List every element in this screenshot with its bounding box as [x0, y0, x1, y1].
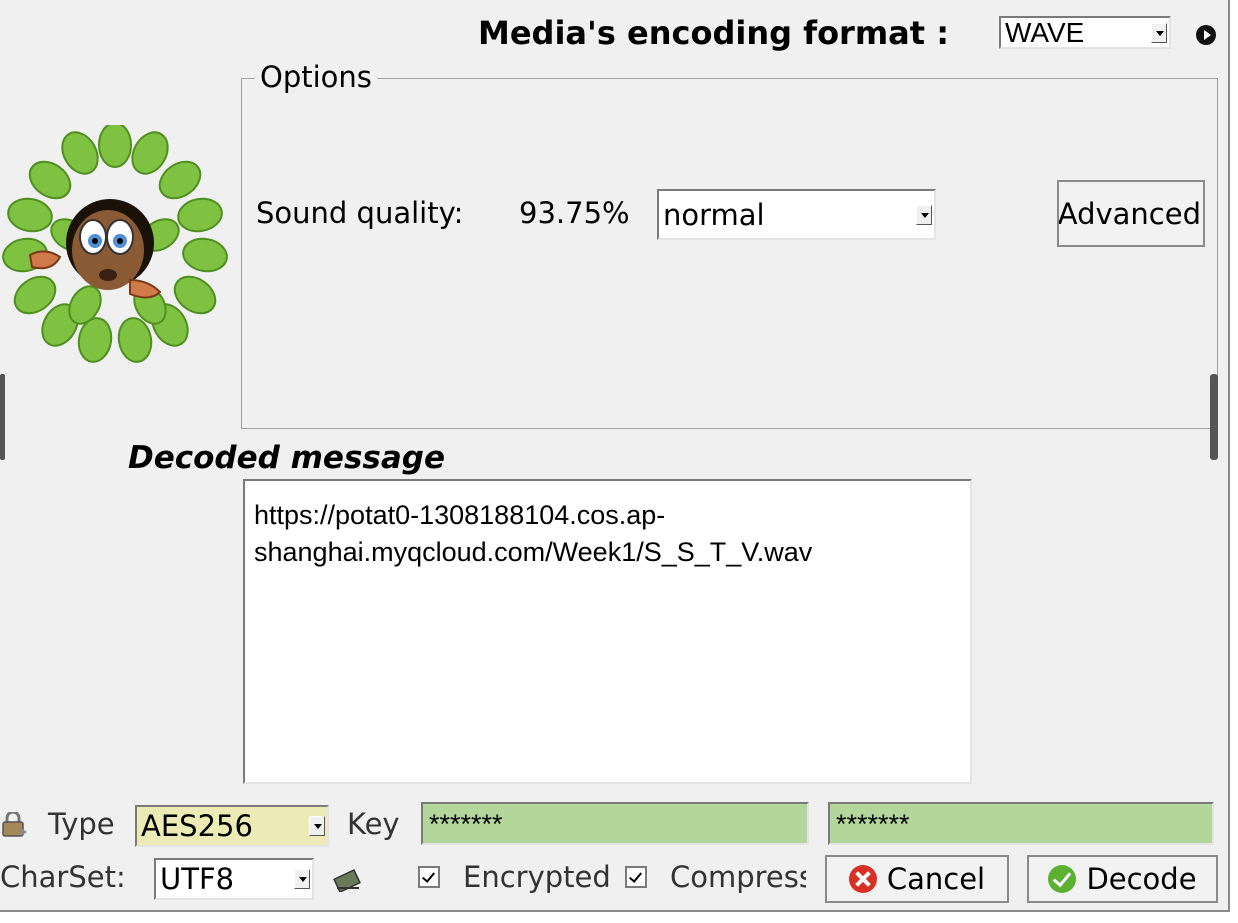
- mascot-icon: [2, 125, 228, 363]
- charset-select[interactable]: UTF8: [154, 858, 314, 900]
- quality-select[interactable]: normal: [657, 189, 936, 240]
- right-resize-handle[interactable]: [1210, 374, 1218, 460]
- chevron-down-icon: [294, 869, 310, 889]
- compress-label: Compress: [670, 860, 806, 894]
- key-label: Key: [347, 807, 400, 841]
- sound-quality-value: 93.75%: [519, 196, 630, 230]
- type-select[interactable]: AES256: [135, 805, 329, 847]
- compress-checkbox[interactable]: [625, 866, 647, 888]
- advanced-button[interactable]: Advanced: [1057, 180, 1205, 247]
- decode-button[interactable]: Decode: [1027, 855, 1218, 903]
- compress-label-wrap: Compress: [670, 860, 806, 898]
- chevron-down-icon: [1151, 22, 1167, 43]
- decoded-message-textarea[interactable]: https://potat0-1308188104.cos.ap- shangh…: [243, 479, 972, 784]
- edit-icon[interactable]: [333, 866, 363, 893]
- decoded-message-heading: Decoded message: [128, 440, 445, 476]
- media-format-select[interactable]: WAVE: [999, 16, 1171, 49]
- encrypted-label-wrap: Encrypted: [463, 860, 615, 898]
- chevron-down-icon: [916, 204, 932, 225]
- key-input[interactable]: *******: [421, 802, 809, 845]
- options-group: [241, 78, 1218, 429]
- chevron-down-icon: [309, 816, 325, 836]
- media-format-label: Media's encoding format :: [478, 14, 949, 52]
- steganography-window: Media's encoding format : WAVE Options S…: [0, 0, 1230, 912]
- encrypted-label: Encrypted: [463, 860, 611, 894]
- lock-icon: [1, 810, 29, 838]
- sound-quality-label: Sound quality:: [256, 196, 464, 230]
- options-legend: Options: [255, 60, 377, 94]
- left-resize-handle[interactable]: [0, 374, 5, 460]
- check-icon: [1048, 865, 1077, 893]
- cancel-button[interactable]: Cancel: [825, 855, 1009, 903]
- encrypted-checkbox[interactable]: [418, 866, 440, 888]
- key-confirm-input[interactable]: *******: [828, 802, 1214, 845]
- cancel-icon: [848, 865, 877, 893]
- decoded-message-text: https://potat0-1308188104.cos.ap- shangh…: [254, 500, 813, 567]
- charset-label: CharSet:: [0, 860, 126, 894]
- type-label: Type: [48, 807, 115, 841]
- play-icon[interactable]: [1196, 25, 1216, 45]
